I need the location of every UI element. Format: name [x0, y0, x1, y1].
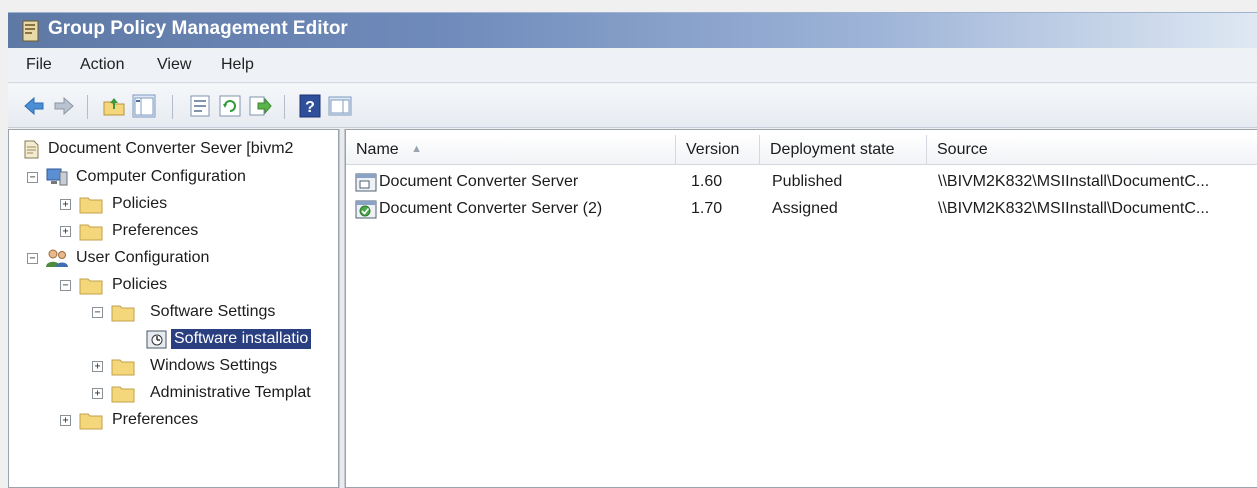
expand-icon[interactable]: +	[92, 388, 103, 399]
msi-package-assigned-icon	[355, 200, 377, 219]
menu-view[interactable]: View	[157, 56, 191, 74]
up-folder-icon[interactable]	[102, 94, 126, 118]
tree-label-root: Document Converter Sever [bivm2	[48, 140, 294, 157]
collapse-icon[interactable]: −	[92, 307, 103, 318]
msi-package-icon	[355, 173, 377, 192]
policy-document-icon	[24, 140, 39, 159]
toolbar-separator	[87, 95, 88, 119]
tree-item-software-settings[interactable]: Software Settings	[111, 300, 278, 324]
tree-label-software-installation: Software installatio	[171, 329, 312, 349]
column-header-source[interactable]: Source	[927, 135, 1257, 165]
toolbar-separator	[172, 95, 173, 119]
tree-item-cc-preferences[interactable]: Preferences	[79, 219, 201, 243]
tree-label-uc-preferences: Preferences	[112, 411, 199, 428]
refresh-icon[interactable]	[218, 94, 242, 118]
cell-version: 1.70	[691, 200, 723, 217]
tree-item-uc-preferences[interactable]: Preferences	[79, 408, 201, 432]
tree-item-uc-policies[interactable]: Policies	[79, 273, 170, 297]
back-arrow-icon[interactable]	[22, 94, 46, 118]
tree-item-windows-settings[interactable]: Windows Settings	[111, 354, 280, 378]
expand-icon[interactable]: +	[60, 199, 71, 210]
svg-text:?: ?	[305, 99, 315, 116]
gpme-window: Group Policy Management Editor File Acti…	[0, 0, 1257, 488]
toolbar-separator	[284, 95, 285, 119]
menu-action[interactable]: Action	[80, 56, 124, 74]
folder-icon	[111, 359, 135, 376]
show-hide-action-pane-icon[interactable]	[328, 94, 352, 118]
collapse-icon[interactable]: −	[27, 253, 38, 264]
tree-label-computer-configuration: Computer Configuration	[76, 168, 246, 185]
cell-name: Document Converter Server (2)	[379, 200, 603, 217]
cell-source: \\BIVM2K832\MSIInstall\DocumentC...	[938, 200, 1210, 217]
tree-label-software-settings: Software Settings	[150, 303, 276, 320]
tree-label-cc-policies: Policies	[112, 195, 168, 212]
details-list[interactable]: Name ▲ Version Deployment state Source D…	[345, 129, 1257, 488]
column-header-name-label: Name	[356, 141, 399, 158]
list-header: Name ▲ Version Deployment state Source	[346, 135, 1257, 165]
expand-icon[interactable]: +	[60, 415, 71, 426]
column-header-name[interactable]: Name ▲	[346, 135, 676, 165]
column-header-deployment-state[interactable]: Deployment state	[760, 135, 927, 165]
expand-icon[interactable]: +	[92, 361, 103, 372]
tree-item-user-configuration[interactable]: User Configuration	[45, 246, 212, 270]
menu-help[interactable]: Help	[221, 56, 254, 74]
policy-book-icon	[22, 20, 39, 42]
tree-item-root[interactable]: Document Converter Sever [bivm2	[13, 137, 296, 161]
cell-deployment-state: Published	[772, 173, 843, 190]
tree-label-cc-preferences: Preferences	[112, 222, 199, 239]
list-item[interactable]: Document Converter Server (2) 1.70 Assig…	[346, 196, 1257, 222]
tree-label-administrative-templates: Administrative Templat	[150, 384, 311, 401]
tree-item-administrative-templates[interactable]: Administrative Templat	[111, 381, 314, 405]
folder-icon	[79, 197, 103, 214]
export-list-icon[interactable]	[248, 94, 272, 118]
title-bar[interactable]: Group Policy Management Editor	[8, 12, 1257, 48]
properties-icon[interactable]	[188, 94, 212, 118]
folder-icon	[79, 413, 103, 430]
menu-file[interactable]: File	[26, 56, 52, 74]
collapse-icon[interactable]: −	[27, 172, 38, 183]
folder-icon	[111, 305, 135, 322]
computer-icon	[46, 168, 68, 186]
tree-item-computer-configuration[interactable]: Computer Configuration	[45, 165, 249, 189]
tree-label-windows-settings: Windows Settings	[150, 357, 278, 374]
collapse-icon[interactable]: −	[60, 280, 71, 291]
column-header-deployment-state-label: Deployment state	[770, 141, 895, 158]
column-header-version-label: Version	[686, 141, 740, 158]
column-header-version[interactable]: Version	[676, 135, 760, 165]
forward-arrow-icon[interactable]	[52, 94, 76, 118]
help-icon[interactable]: ?	[298, 94, 322, 118]
list-item[interactable]: Document Converter Server 1.60 Published…	[346, 169, 1257, 195]
sort-ascending-icon: ▲	[411, 143, 423, 155]
cell-deployment-state: Assigned	[772, 200, 838, 217]
cell-source: \\BIVM2K832\MSIInstall\DocumentC...	[938, 173, 1210, 190]
show-hide-tree-icon[interactable]	[132, 94, 156, 118]
users-icon	[46, 249, 68, 267]
console-tree[interactable]: Document Converter Sever [bivm2 − Comput…	[8, 129, 339, 488]
expand-icon[interactable]: +	[60, 226, 71, 237]
toolbar: ?	[8, 84, 1257, 128]
tree-item-cc-policies[interactable]: Policies	[79, 192, 170, 216]
cell-name: Document Converter Server	[379, 173, 579, 190]
tree-item-software-installation[interactable]: Software installatio	[145, 327, 312, 351]
cell-version: 1.60	[691, 173, 723, 190]
column-header-source-label: Source	[937, 141, 988, 158]
tree-label-uc-policies: Policies	[112, 276, 168, 293]
software-installation-icon	[146, 330, 167, 349]
folder-icon	[79, 278, 103, 295]
window-title: Group Policy Management Editor	[48, 18, 348, 39]
menu-bar: File Action View Help	[8, 49, 1257, 83]
folder-icon	[111, 386, 135, 403]
tree-label-user-configuration: User Configuration	[76, 249, 210, 266]
folder-icon	[79, 224, 103, 241]
